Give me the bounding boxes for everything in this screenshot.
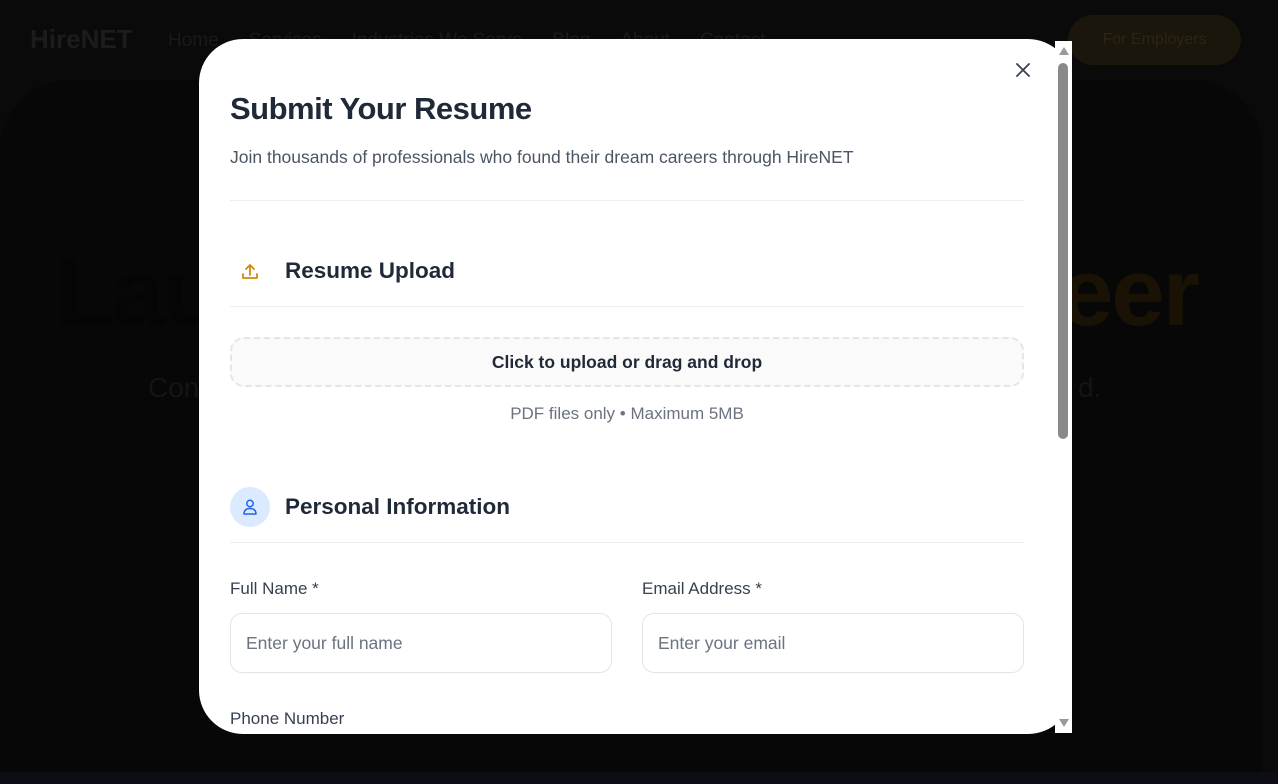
- full-name-input[interactable]: [230, 613, 612, 673]
- background-headline-start: Lau: [55, 239, 222, 346]
- scroll-up-button[interactable]: [1055, 43, 1072, 59]
- dropzone-text: Click to upload or drag and drop: [491, 351, 763, 372]
- background-subtext-start: Con: [148, 372, 200, 403]
- email-label: Email Address *: [642, 579, 762, 598]
- resume-modal: Submit Your Resume Join thousands of pro…: [199, 39, 1072, 734]
- upload-section-divider: [230, 306, 1024, 307]
- triangle-down-icon: [1058, 719, 1069, 727]
- close-icon: [1016, 63, 1030, 77]
- background-employers-button: For Employers: [1068, 15, 1241, 65]
- phone-label: Phone Number: [230, 709, 345, 728]
- triangle-up-icon: [1058, 47, 1069, 55]
- scroll-thumb[interactable]: [1058, 63, 1068, 439]
- background-subtext-end: d.: [1078, 372, 1102, 403]
- personal-section-divider: [230, 542, 1024, 543]
- header-divider: [230, 200, 1024, 201]
- full-name-label: Full Name *: [230, 579, 319, 598]
- background-footer-strip: [0, 772, 1278, 784]
- personal-section-title: Personal Information: [285, 494, 511, 519]
- email-input[interactable]: [642, 613, 1024, 673]
- upload-hint: PDF files only • Maximum 5MB: [510, 404, 744, 423]
- modal-title: Submit Your Resume: [230, 91, 532, 126]
- user-icon: [243, 499, 257, 515]
- background-nav-home: Home: [168, 30, 219, 51]
- background-headline-end: eer: [1060, 239, 1200, 346]
- scroll-down-button[interactable]: [1055, 715, 1072, 731]
- upload-icon: [242, 264, 258, 279]
- close-button[interactable]: [1007, 54, 1039, 86]
- personal-section-icon: [230, 487, 270, 527]
- modal-subtitle: Join thousands of professionals who foun…: [230, 147, 854, 167]
- background-logo: HireNET: [30, 24, 133, 54]
- upload-section-icon: [230, 252, 270, 292]
- resume-dropzone[interactable]: Click to upload or drag and drop: [230, 337, 1024, 387]
- modal-scrollbar[interactable]: [1055, 41, 1072, 733]
- upload-section-title: Resume Upload: [285, 258, 456, 283]
